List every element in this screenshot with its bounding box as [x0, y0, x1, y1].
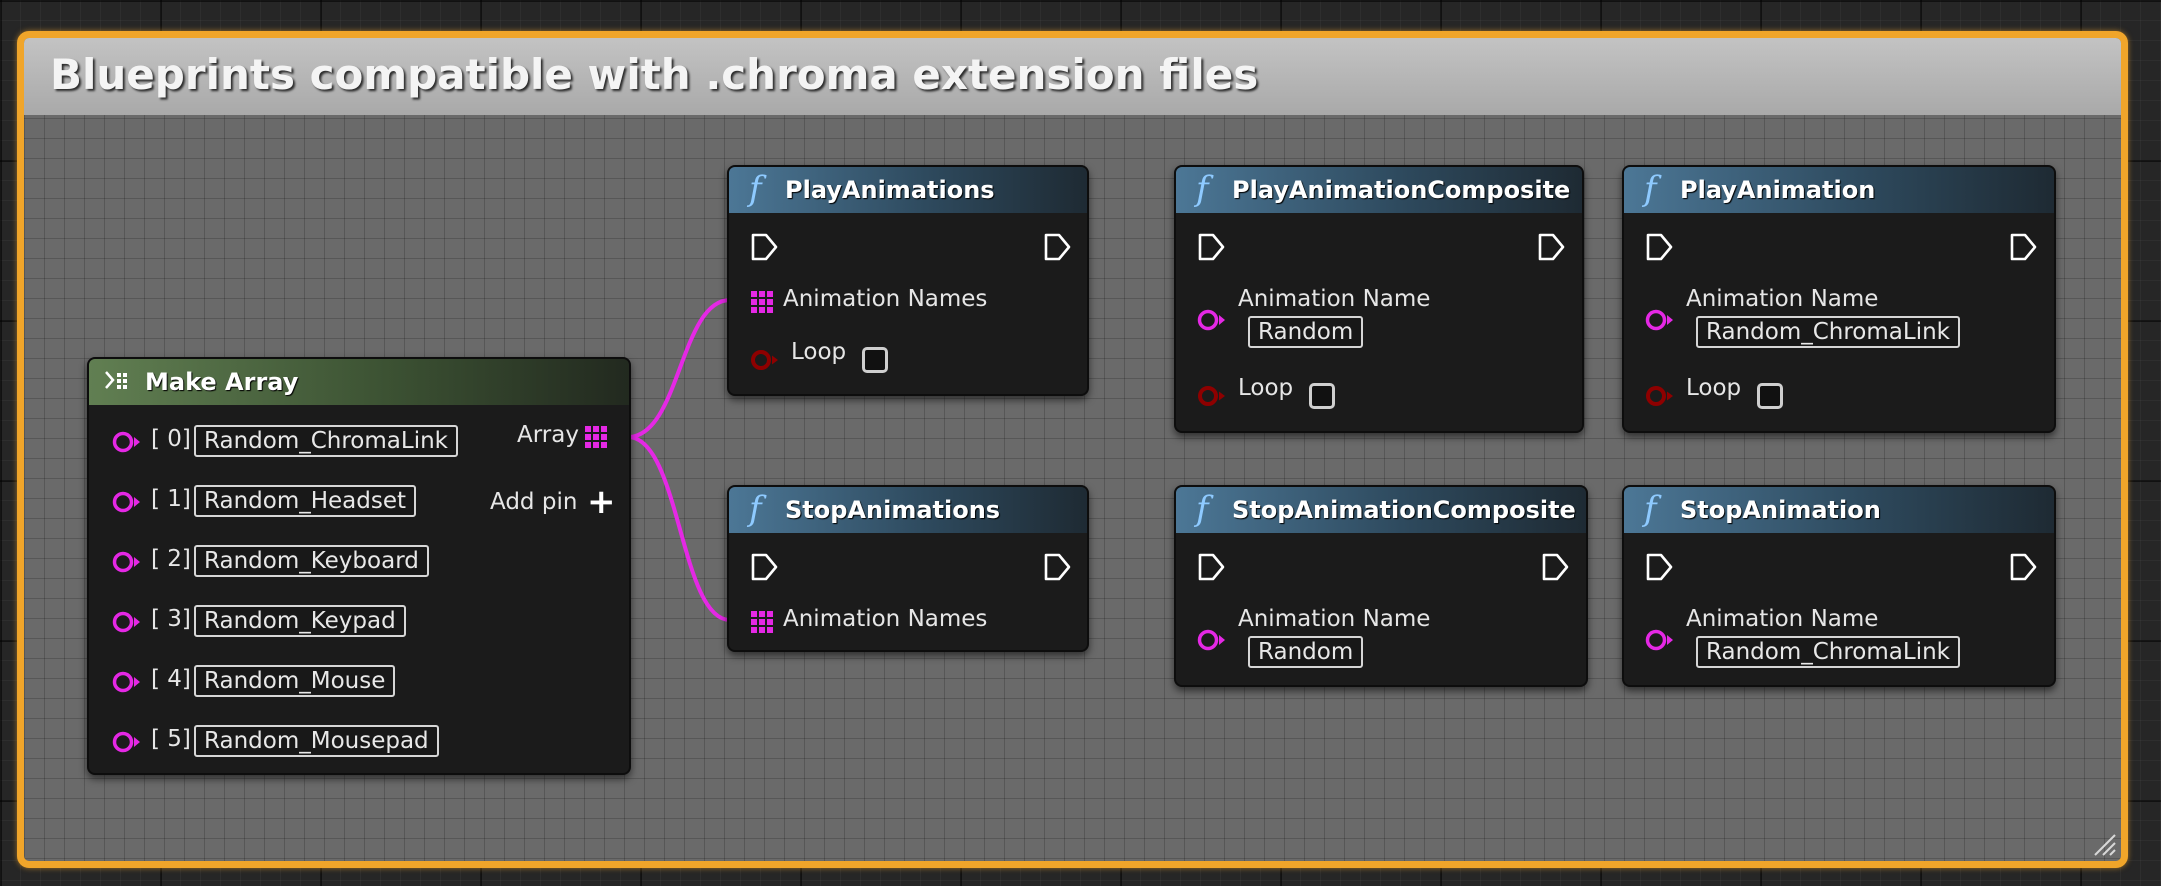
- exec-in-pin-icon[interactable]: [1196, 232, 1226, 262]
- animation-name-label: Animation Name: [1238, 606, 1431, 632]
- stopanimation-title: StopAnimation: [1680, 496, 1881, 524]
- exec-in-pin-icon[interactable]: [1644, 232, 1674, 262]
- item-3-pin-icon[interactable]: [111, 609, 143, 635]
- loop-pin-icon[interactable]: [749, 347, 781, 373]
- loop-checkbox[interactable]: [1757, 383, 1783, 409]
- animation-name-value[interactable]: Random: [1248, 316, 1364, 348]
- loop-checkbox[interactable]: [862, 347, 888, 373]
- loop-label: Loop: [791, 339, 847, 365]
- function-icon: f: [1196, 489, 1209, 529]
- animation-name-pin-icon[interactable]: [1644, 627, 1676, 653]
- item-0-value[interactable]: Random_ChromaLink: [194, 425, 458, 457]
- item-5-pin-icon[interactable]: [111, 729, 143, 755]
- playanimation-title: PlayAnimation: [1680, 176, 1876, 204]
- item-2-value[interactable]: Random_Keyboard: [194, 545, 429, 577]
- animation-names-label: Animation Names: [783, 606, 988, 632]
- playanimations-header[interactable]: f PlayAnimations: [729, 167, 1087, 213]
- playanimationcomposite-node[interactable]: f PlayAnimationComposite Animation Name …: [1174, 165, 1584, 433]
- exec-out-pin-icon[interactable]: [2008, 232, 2038, 262]
- animation-names-pin-icon[interactable]: [751, 611, 773, 633]
- animation-name-value[interactable]: Random: [1248, 636, 1364, 668]
- item-2-index: [ 2]: [151, 546, 191, 572]
- loop-checkbox[interactable]: [1309, 383, 1335, 409]
- array-output-pin-icon[interactable]: [585, 426, 607, 448]
- stopanimationcomposite-title: StopAnimationComposite: [1232, 496, 1576, 524]
- function-icon: f: [1196, 169, 1209, 209]
- add-pin-icon[interactable]: +: [587, 485, 616, 519]
- make-array-icon: [105, 371, 127, 389]
- animation-name-value[interactable]: Random_ChromaLink: [1696, 636, 1960, 668]
- wire-array-to-playanimations: [627, 298, 731, 439]
- playanimation-header[interactable]: f PlayAnimation: [1624, 167, 2054, 213]
- playanimations-node[interactable]: f PlayAnimations Animation Names Loop: [727, 165, 1089, 396]
- exec-in-pin-icon[interactable]: [749, 552, 779, 582]
- stopanimations-header[interactable]: f StopAnimations: [729, 487, 1087, 533]
- animation-name-label: Animation Name: [1686, 606, 1879, 632]
- exec-out-pin-icon[interactable]: [1042, 232, 1072, 262]
- make-array-node[interactable]: Make Array [ 0] Random_ChromaLink [ 1] R…: [87, 357, 631, 775]
- animation-names-label: Animation Names: [783, 286, 988, 312]
- array-output-label: Array: [517, 422, 579, 448]
- stopanimations-title: StopAnimations: [785, 496, 1001, 524]
- item-1-value[interactable]: Random_Headset: [194, 485, 417, 517]
- stopanimations-node[interactable]: f StopAnimations Animation Names: [727, 485, 1089, 652]
- item-3-value[interactable]: Random_Keypad: [194, 605, 406, 637]
- animation-name-pin-icon[interactable]: [1644, 307, 1676, 333]
- exec-out-pin-icon[interactable]: [1540, 552, 1570, 582]
- animation-name-pin-icon[interactable]: [1196, 307, 1228, 333]
- animation-name-label: Animation Name: [1686, 286, 1879, 312]
- exec-in-pin-icon[interactable]: [749, 232, 779, 262]
- function-icon: f: [749, 489, 762, 529]
- item-1-index: [ 1]: [151, 486, 191, 512]
- item-3-index: [ 3]: [151, 606, 191, 632]
- loop-label: Loop: [1238, 375, 1294, 401]
- playanimationcomposite-header[interactable]: f PlayAnimationComposite: [1176, 167, 1582, 213]
- item-1-pin-icon[interactable]: [111, 489, 143, 515]
- stopanimationcomposite-header[interactable]: f StopAnimationComposite: [1176, 487, 1586, 533]
- playanimationcomposite-title: PlayAnimationComposite: [1232, 176, 1571, 204]
- exec-in-pin-icon[interactable]: [1644, 552, 1674, 582]
- item-4-value[interactable]: Random_Mouse: [194, 665, 396, 697]
- loop-label: Loop: [1686, 375, 1742, 401]
- animation-name-value[interactable]: Random_ChromaLink: [1696, 316, 1960, 348]
- animation-names-pin-icon[interactable]: [751, 291, 773, 313]
- item-5-index: [ 5]: [151, 726, 191, 752]
- make-array-title: Make Array: [145, 368, 299, 396]
- playanimation-node[interactable]: f PlayAnimation Animation Name Random_Ch…: [1622, 165, 2056, 433]
- loop-pin-icon[interactable]: [1644, 383, 1676, 409]
- exec-out-pin-icon[interactable]: [1042, 552, 1072, 582]
- item-0-index: [ 0]: [151, 426, 191, 452]
- item-2-pin-icon[interactable]: [111, 549, 143, 575]
- add-pin-label[interactable]: Add pin: [490, 489, 577, 515]
- exec-in-pin-icon[interactable]: [1196, 552, 1226, 582]
- item-0-pin-icon[interactable]: [111, 429, 143, 455]
- exec-out-pin-icon[interactable]: [2008, 552, 2038, 582]
- item-4-index: [ 4]: [151, 666, 191, 692]
- make-array-header[interactable]: Make Array: [89, 359, 629, 405]
- playanimations-title: PlayAnimations: [785, 176, 995, 204]
- wire-array-to-stopanimations: [627, 435, 731, 622]
- exec-out-pin-icon[interactable]: [1536, 232, 1566, 262]
- stopanimationcomposite-node[interactable]: f StopAnimationComposite Animation Name …: [1174, 485, 1588, 687]
- stopanimation-node[interactable]: f StopAnimation Animation Name Random_Ch…: [1622, 485, 2056, 687]
- animation-name-label: Animation Name: [1238, 286, 1431, 312]
- item-4-pin-icon[interactable]: [111, 669, 143, 695]
- function-icon: f: [1644, 169, 1657, 209]
- loop-pin-icon[interactable]: [1196, 383, 1228, 409]
- function-icon: f: [1644, 489, 1657, 529]
- stopanimation-header[interactable]: f StopAnimation: [1624, 487, 2054, 533]
- function-icon: f: [749, 169, 762, 209]
- animation-name-pin-icon[interactable]: [1196, 627, 1228, 653]
- item-5-value[interactable]: Random_Mousepad: [194, 725, 439, 757]
